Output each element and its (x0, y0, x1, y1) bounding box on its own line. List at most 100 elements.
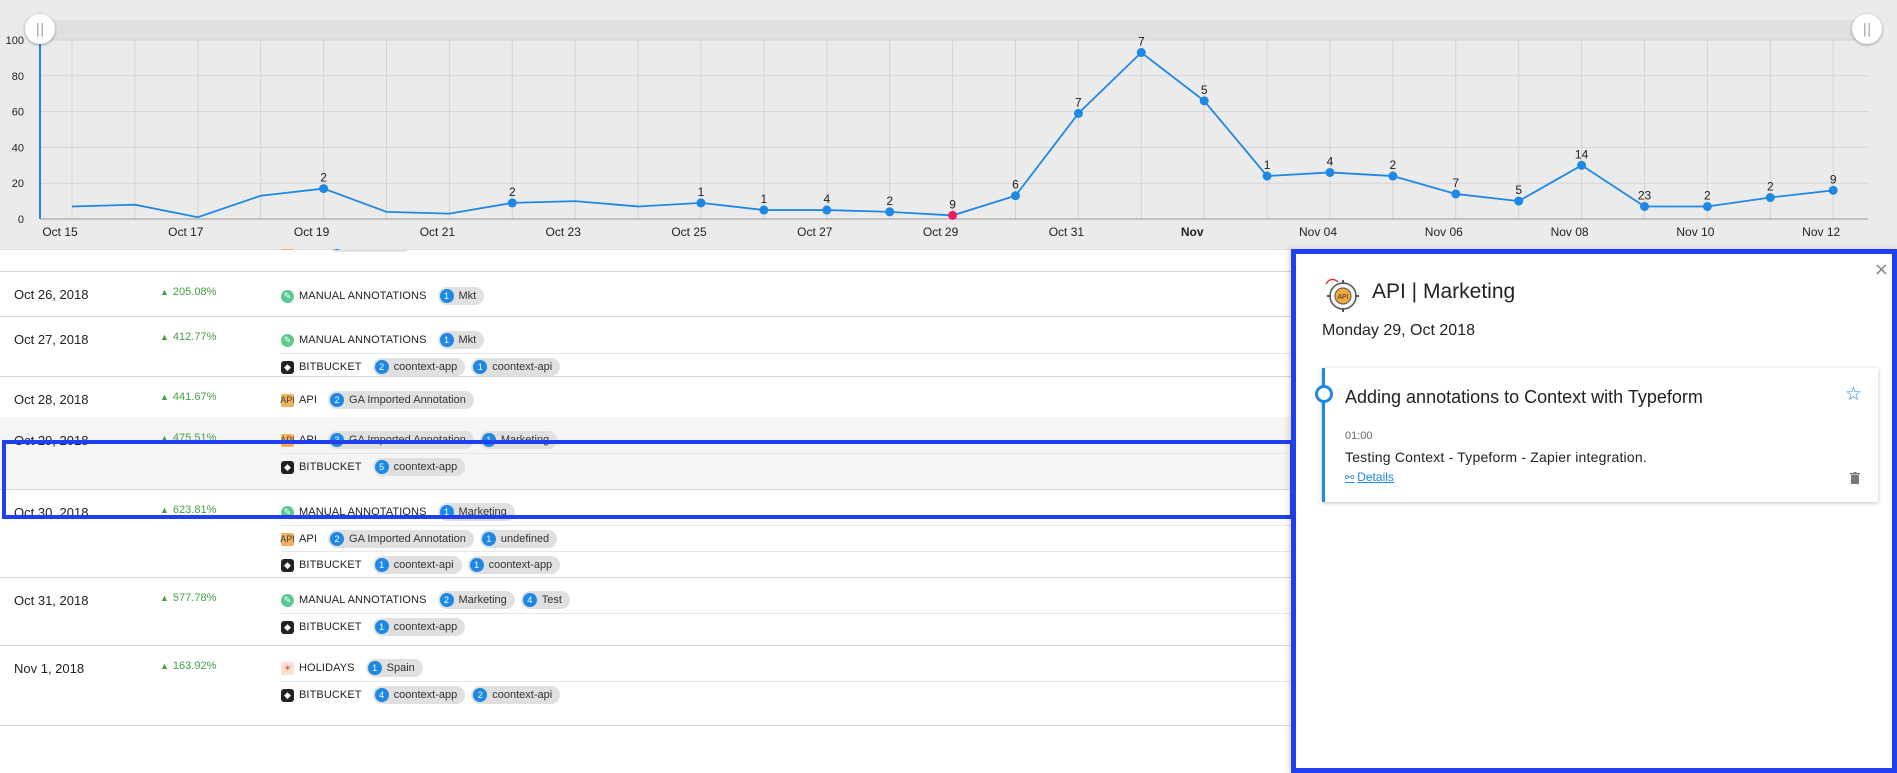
annotation-chip[interactable]: 1 Marketing (479, 431, 558, 449)
source-label: BITBUCKET (299, 689, 362, 701)
chip-label: coontext-app (393, 689, 458, 701)
bitbucket-icon: ◆ (281, 558, 294, 572)
chip-label: coontext-app (393, 621, 458, 633)
source-label: MANUAL ANNOTATIONS (299, 506, 427, 518)
bitbucket-icon: ◆ (281, 460, 294, 474)
data-point (319, 184, 329, 194)
data-point (1325, 167, 1335, 177)
annotation-source: API API 3 GA Imported Annotation 1 Marketing (280, 427, 1295, 453)
arrow-up-icon: ▲ (160, 332, 169, 342)
row-percentage-change: ▲ 163.92% (160, 660, 216, 672)
row-percentage-change: ▲ 441.67% (160, 391, 216, 403)
data-label: 5 (1201, 83, 1208, 97)
chip-count-badge: 2 (330, 532, 345, 546)
data-point (696, 198, 706, 208)
range-slider-left-handle[interactable]: || (25, 14, 55, 44)
annotation-chip[interactable]: 1 coontext-api (372, 556, 462, 574)
api-icon: API (280, 532, 295, 546)
api-logo-icon: API (1325, 278, 1359, 312)
data-point (1828, 185, 1838, 195)
x-tick-label: Nov 12 (1802, 225, 1840, 239)
chip-count-badge: 1 (439, 505, 454, 519)
annotation-chip[interactable]: 1Black Bugs (328, 249, 413, 252)
x-tick-label: Oct 27 (797, 225, 833, 239)
data-label: 1 (698, 185, 705, 199)
source-label: BITBUCKET (299, 559, 362, 571)
chip-count-badge: 4 (522, 593, 537, 607)
details-link[interactable]: ⚯ Details (1345, 470, 1394, 484)
annotation-chip[interactable]: 1 Marketing (437, 503, 515, 521)
annotation-chip[interactable]: 1 coontext-api (471, 358, 561, 376)
x-tick-label: Oct 21 (420, 225, 456, 239)
chip-count-badge: 1 (439, 289, 454, 303)
annotations-chart: 0 20 40 60 80 100 Oct 15 Oct 17 Oct 19 Oct 21 Oct … (0, 0, 1897, 250)
details-link-label: Details (1357, 470, 1394, 484)
timeline-row[interactable]: Oct 31, 2018 ▲ 577.78% ✎ MANUAL ANNOTATIONS 2… (0, 577, 1295, 646)
chip-count-badge: 4 (374, 688, 389, 702)
data-label: 1 (761, 192, 768, 206)
annotation-chip[interactable]: 2 coontext-api (471, 686, 561, 704)
data-label: 2 (1390, 158, 1397, 172)
data-point (507, 198, 517, 208)
chip-label: Marketing (458, 506, 507, 518)
annotation-chip[interactable]: 1 Mkt (437, 287, 485, 305)
trash-icon[interactable] (1850, 472, 1860, 484)
star-icon[interactable]: ☆ (1845, 383, 1862, 405)
chip-label: coontext-api (492, 361, 553, 373)
annotation-chip[interactable]: 2 GA Imported Annotation (328, 391, 474, 409)
arrow-up-icon: ▲ (160, 433, 169, 443)
annotation-chip[interactable]: 4 Test (520, 591, 570, 609)
annotation-chip[interactable]: 2 GA Imported Annotation (328, 530, 474, 548)
annotation-chip[interactable]: 1 Spain (365, 659, 423, 677)
row-date: Oct 30, 2018 (14, 505, 89, 520)
data-point (1136, 48, 1146, 58)
data-point (1388, 171, 1398, 181)
annotation-chip[interactable]: 1 undefined (479, 530, 558, 548)
timeline-row[interactable]: Oct 29, 2018 ▲ 475.51% API API 3 GA Imported A… (0, 417, 1295, 490)
annotation-source: ☀ HOLIDAYS 1 Spain (281, 655, 1295, 681)
chip-count-badge: 2 (374, 360, 389, 374)
annotation-chip[interactable]: 4 coontext-app (372, 686, 466, 704)
timeline-row[interactable]: Oct 26, 2018 ▲ 205.08% ✎ MANUAL ANNOTATIONS 1… (0, 271, 1295, 317)
chip-label: Mkt (458, 290, 477, 302)
annotation-chip[interactable]: 2 Marketing (437, 591, 515, 609)
data-point (948, 210, 958, 220)
data-point (1262, 171, 1272, 181)
annotation-card[interactable]: Adding annotations to Context with Typef… (1315, 368, 1878, 502)
timeline-row[interactable]: Oct 30, 2018 ▲ 623.81% ✎ MANUAL ANNOTATIONS 1… (0, 489, 1295, 578)
data-label: 14 (1575, 147, 1589, 161)
api-icon: API (281, 249, 294, 250)
timeline-row[interactable]: Oct 27, 2018 ▲ 412.77% ✎ MANUAL ANNOTATIONS 1… (0, 316, 1295, 377)
arrow-up-icon: ▲ (160, 287, 169, 297)
close-icon[interactable]: × (1874, 259, 1889, 280)
range-slider-right-handle[interactable]: || (1852, 14, 1882, 44)
arrow-up-icon: ▲ (160, 661, 169, 671)
data-point (1577, 160, 1587, 170)
data-point (1451, 189, 1461, 199)
annotation-chip[interactable]: 1 coontext-app (372, 618, 466, 636)
row-date: Oct 28, 2018 (14, 392, 89, 407)
annotation-chip[interactable]: 2 coontext-app (372, 358, 466, 376)
percentage-value: 577.78% (172, 592, 217, 604)
data-label: 6 (1012, 178, 1019, 192)
annotation-chip[interactable]: 1 Mkt (437, 331, 485, 349)
row-date: Oct 27, 2018 (14, 332, 89, 347)
annotation-source: APIAPI1Black Bugs (281, 249, 1295, 256)
timeline-row[interactable]: Nov 1, 2018 ▲ 163.92% ☀ HOLIDAYS 1 Spain ◆ BITBU… (0, 645, 1295, 726)
chip-label: Marketing (500, 434, 550, 446)
annotation-chip[interactable]: 3 GA Imported Annotation (328, 431, 474, 449)
x-tick-label: Nov 06 (1425, 225, 1463, 239)
timeline-row[interactable]: Oct 28, 2018 ▲ 441.67% API API 2 GA Imported A… (0, 376, 1295, 418)
timeline-row[interactable]: Oct 25, 2018APIAPI1Black Bugs (0, 249, 1295, 272)
source-label: API (299, 533, 318, 545)
api-icon: API (280, 433, 295, 447)
data-label: 9 (949, 197, 956, 211)
chip-label: GA Imported Annotation (349, 434, 466, 446)
row-percentage-change: ▲ 577.78% (160, 592, 216, 604)
data-point (1514, 196, 1524, 206)
annotation-chip[interactable]: 1 coontext-app (467, 556, 561, 574)
data-point (1073, 108, 1083, 118)
annotation-chip[interactable]: 5 coontext-app (372, 458, 466, 476)
data-point (1765, 193, 1775, 203)
data-label: 7 (1452, 176, 1459, 190)
